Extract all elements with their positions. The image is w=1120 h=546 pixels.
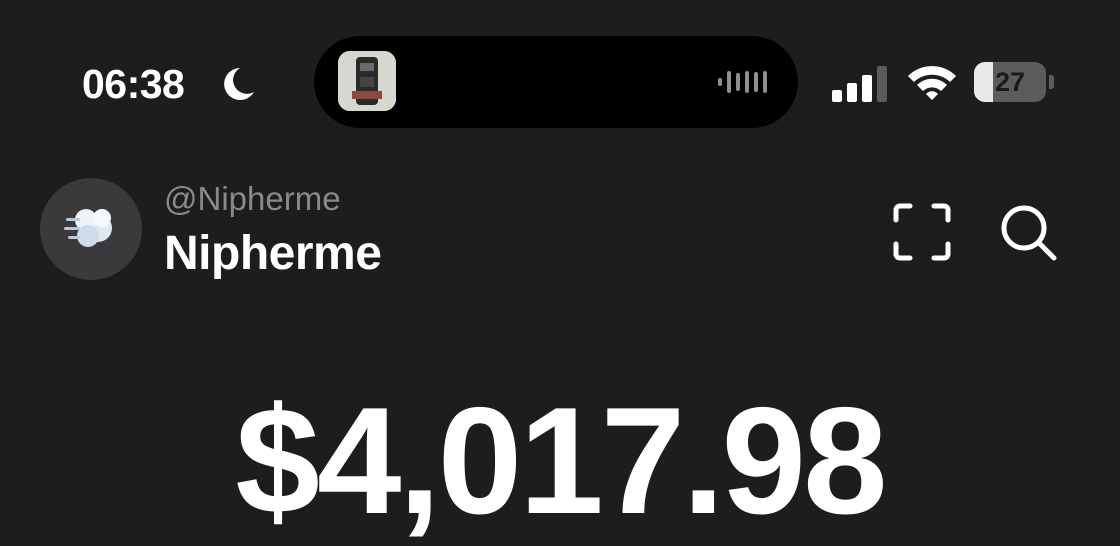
status-bar: 06:38 27	[0, 0, 1120, 150]
avatar[interactable]	[40, 178, 142, 280]
battery-indicator: 27	[974, 62, 1054, 102]
cellular-signal-icon	[832, 66, 887, 102]
status-time: 06:38	[82, 61, 185, 107]
moon-icon	[224, 68, 254, 100]
search-icon[interactable]	[998, 200, 1060, 264]
waveform-icon	[718, 71, 767, 93]
dashing-cloud-emoji	[64, 209, 112, 247]
profile-name: Nipherme	[164, 227, 382, 280]
profile-header: @Nipherme Nipherme	[0, 160, 1120, 300]
battery-cap	[1049, 75, 1054, 89]
qr-scan-icon[interactable]	[890, 200, 954, 264]
album-art-thumbnail[interactable]	[338, 51, 396, 111]
album-art-image	[338, 51, 396, 111]
dynamic-island[interactable]	[314, 36, 798, 128]
wifi-icon	[908, 66, 956, 100]
battery-level-text: 27	[994, 67, 1026, 97]
battery-body: 27	[974, 62, 1046, 102]
profile-handle: @Nipherme	[164, 180, 341, 217]
balance-amount: $4,017.98	[235, 376, 887, 546]
